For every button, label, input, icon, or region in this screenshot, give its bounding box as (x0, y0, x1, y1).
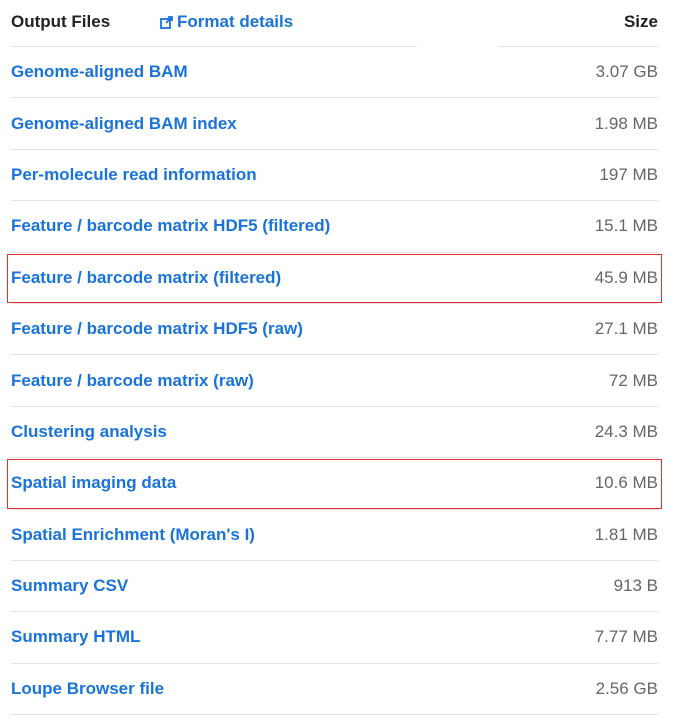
output-files-heading: Output Files (11, 12, 111, 31)
file-row: Feature / barcode matrix HDF5 (raw) 27.1 … (11, 304, 658, 356)
format-details-label[interactable]: Format details (177, 12, 293, 32)
file-row: Feature / barcode matrix HDF5 (filtered)… (11, 201, 658, 253)
file-row: Genome-aligned BAM 3.07 GB (11, 47, 658, 99)
file-name-link[interactable]: Genome-aligned BAM index (11, 114, 237, 134)
file-name-link[interactable]: Summary CSV (11, 576, 128, 596)
file-size: 1.81 MB (594, 524, 658, 544)
size-column-header: Size (623, 12, 658, 31)
file-size: 72 MB (608, 370, 658, 390)
file-name-link[interactable]: Genome-aligned BAM (11, 62, 188, 82)
file-row: Clustering analysis 24.3 MB (11, 407, 658, 459)
table-header: Output Files Format details Size (11, 0, 658, 47)
file-row: Spatial Enrichment (Moran's I) 1.81 MB (11, 510, 658, 561)
file-name-link[interactable]: Feature / barcode matrix (raw) (11, 371, 254, 391)
file-row: Summary CSV 913 B (11, 561, 658, 613)
file-row: Spatial imaging data 10.6 MB (7, 458, 662, 510)
external-link-icon (160, 15, 173, 29)
file-name-link[interactable]: Feature / barcode matrix HDF5 (raw) (11, 319, 303, 339)
file-row: Summary HTML 7.77 MB (11, 612, 658, 664)
file-row: Per-molecule read information 197 MB (11, 150, 658, 202)
file-name-link[interactable]: Feature / barcode matrix HDF5 (filtered) (11, 216, 330, 236)
file-size: 10.6 MB (594, 473, 658, 493)
file-name-link[interactable]: Clustering analysis (11, 422, 167, 442)
file-size: 24.3 MB (594, 421, 658, 441)
file-row: Genome-aligned BAM index 1.98 MB (11, 98, 658, 150)
file-size: 15.1 MB (594, 216, 658, 236)
file-name-link[interactable]: Summary HTML (11, 627, 140, 647)
file-size: 7.77 MB (594, 627, 658, 647)
file-row: Loupe Browser file 2.56 GB (11, 664, 658, 716)
file-name-link[interactable]: Feature / barcode matrix (filtered) (11, 268, 281, 288)
file-size: 2.56 GB (595, 678, 658, 698)
file-list: Genome-aligned BAM 3.07 GB Genome-aligned … (7, 47, 662, 716)
file-name-link[interactable]: Spatial Enrichment (Moran's I) (11, 525, 255, 545)
output-files-table: Output Files Format details Size Genome-… (7, 0, 662, 716)
file-name-link[interactable]: Spatial imaging data (11, 473, 176, 493)
file-size: 27.1 MB (594, 319, 658, 339)
file-row: Feature / barcode matrix (raw) 72 MB (11, 355, 658, 407)
file-size: 913 B (613, 576, 658, 596)
file-name-link[interactable]: Loupe Browser file (11, 679, 164, 699)
file-size: 45.9 MB (594, 267, 658, 287)
file-size: 197 MB (599, 164, 658, 184)
file-size: 1.98 MB (594, 113, 658, 133)
file-name-link[interactable]: Per-molecule read information (11, 165, 257, 185)
file-row: Feature / barcode matrix (filtered) 45.9 … (7, 253, 662, 304)
format-details-link[interactable]: Format details (160, 12, 293, 32)
file-size: 3.07 GB (595, 62, 658, 82)
